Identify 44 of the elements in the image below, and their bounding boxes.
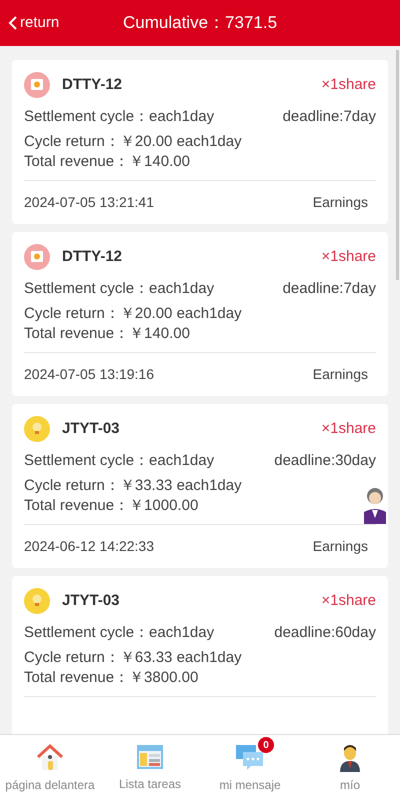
order-time: 2024-06-12 14:22:33 xyxy=(24,537,154,556)
nav-tab[interactable]: mío xyxy=(300,735,400,800)
cycle-return: Cycle return：￥20.00 each1day xyxy=(24,304,243,324)
lightbulb-icon xyxy=(24,416,50,442)
back-button[interactable]: return xyxy=(8,12,60,34)
product-name: DTTY-12 xyxy=(62,246,122,267)
cycle-return: Cycle return：￥63.33 each1day xyxy=(24,648,243,668)
list-window-icon xyxy=(136,742,164,770)
product-name: JTYT-03 xyxy=(62,418,120,439)
deadline: deadline:30day xyxy=(274,451,376,471)
nav-tab[interactable]: mi mensaje 0 xyxy=(200,735,300,800)
quantity-label: ×1share xyxy=(321,590,376,611)
cycle-return: Cycle return：￥20.00 each1day xyxy=(24,132,243,152)
order-time: 2024-07-05 13:19:16 xyxy=(24,365,154,384)
total-revenue: Total revenue：￥1000.00 xyxy=(24,496,200,516)
total-revenue: Total revenue：￥140.00 xyxy=(24,324,191,344)
product-icon xyxy=(24,72,50,98)
status-label: Earnings xyxy=(312,365,368,384)
order-time: 2024-07-05 13:21:41 xyxy=(24,193,154,212)
product-name: JTYT-03 xyxy=(62,590,120,611)
status-label: Earnings xyxy=(312,193,368,212)
back-chevron-icon xyxy=(8,16,18,30)
product-name: DTTY-12 xyxy=(62,74,122,95)
total-revenue: Total revenue：￥3800.00 xyxy=(24,668,200,688)
cumulative-title: Cumulative：7371.5 xyxy=(123,12,278,34)
deadline: deadline:60day xyxy=(274,623,376,643)
deadline: deadline:7day xyxy=(282,107,376,127)
quantity-label: ×1share xyxy=(321,74,376,95)
nav-tab[interactable]: página delantera xyxy=(0,735,100,800)
status-label: Earnings xyxy=(312,537,368,556)
product-icon xyxy=(24,244,50,270)
quantity-label: ×1share xyxy=(321,418,376,439)
settlement-cycle: Settlement cycle：each1day xyxy=(24,107,214,127)
settlement-cycle: Settlement cycle：each1day xyxy=(24,279,214,299)
settlement-cycle: Settlement cycle：each1day xyxy=(24,623,214,643)
lightbulb-icon xyxy=(24,588,50,614)
house-icon xyxy=(35,742,65,772)
total-revenue: Total revenue：￥140.00 xyxy=(24,152,191,172)
quantity-label: ×1share xyxy=(321,246,376,267)
settlement-cycle: Settlement cycle：each1day xyxy=(24,451,214,471)
nav-tab[interactable]: Lista tareas xyxy=(100,735,200,800)
cycle-return: Cycle return：￥33.33 each1day xyxy=(24,476,243,496)
deadline: deadline:7day xyxy=(282,279,376,299)
unread-badge: 0 xyxy=(258,737,274,753)
